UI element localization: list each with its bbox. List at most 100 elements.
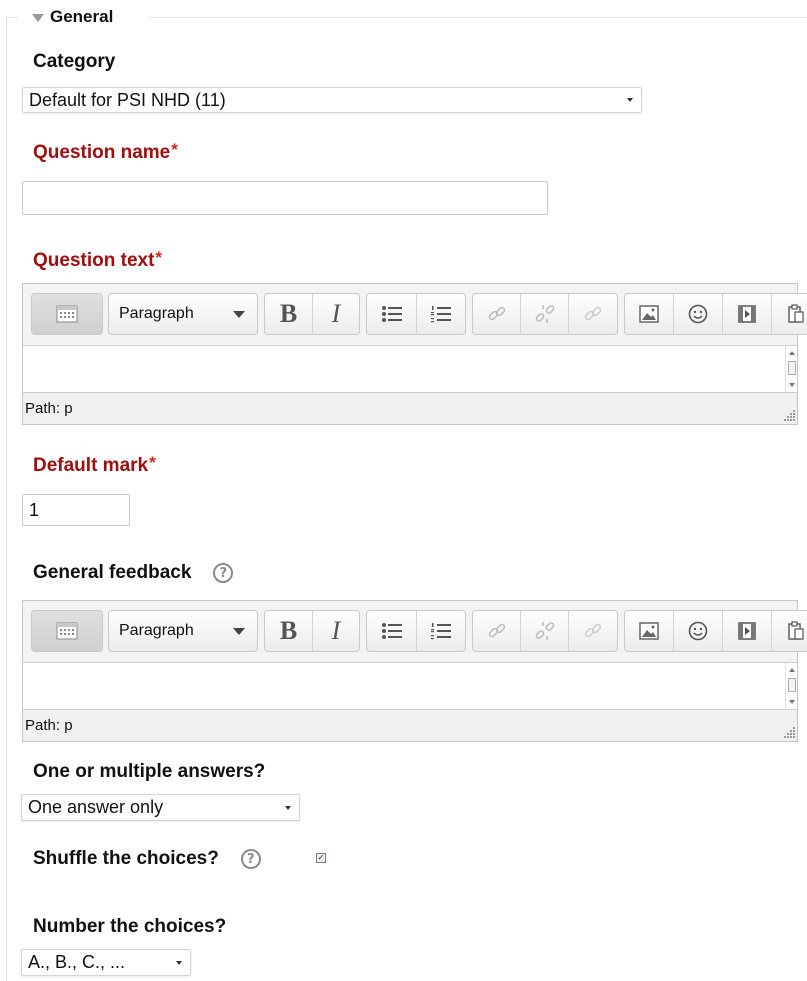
question-name-input[interactable] [22,181,548,215]
question-text-label-text: Question text [33,250,155,271]
list-group [366,610,466,652]
collapse-triangle-icon[interactable] [32,14,44,22]
italic-button[interactable]: I [313,611,359,651]
link-button[interactable] [473,611,521,651]
question-edit-form: General Category Default for PSI NHD (11… [0,0,807,981]
italic-icon: I [331,299,341,328]
bold-icon: B [279,299,298,328]
italic-icon: I [331,616,341,645]
editor-path: Path: p [25,400,73,417]
single-answer-select[interactable]: One answer only [21,794,300,821]
question-text-editor: Paragraph B I Path: p [22,283,807,425]
chevron-down-icon [285,805,291,810]
help-icon[interactable]: ? [213,563,234,583]
unlink-icon [535,305,554,323]
media-button[interactable] [723,611,772,651]
default-mark-label: Default mark* [33,453,156,477]
required-star-icon: * [155,248,163,267]
image-button[interactable] [625,294,674,334]
fieldset-border-left [6,17,7,981]
format-group: Paragraph [108,610,258,652]
unlink-button[interactable] [521,611,569,651]
media-button[interactable] [723,294,772,334]
paste-icon [787,304,804,323]
shuffle-label: Shuffle the choices? ? [33,848,261,870]
fieldset-border-top [150,17,807,18]
ordered-list-icon [431,623,451,640]
chevron-down-icon [627,98,633,102]
category-select[interactable]: Default for PSI NHD (11) [22,87,642,113]
editor-toolbar: Paragraph B I [23,601,807,663]
unlink-button[interactable] [521,294,569,334]
legend-title: General [50,7,114,26]
general-section-legend[interactable]: General [32,6,113,28]
bold-icon: B [279,616,298,645]
format-group: Paragraph [108,293,258,335]
paste-icon [787,621,804,640]
insert-group [624,293,807,335]
paragraph-format-select[interactable]: Paragraph [109,294,257,334]
insert-group [624,610,807,652]
general-feedback-edit-area[interactable] [23,663,797,709]
help-icon[interactable]: ? [240,849,261,869]
resize-grip-icon[interactable] [782,409,796,423]
chevron-down-icon [176,960,182,965]
shuffle-checkbox[interactable]: ✓ [316,853,326,863]
link-icon [488,623,505,638]
toolbar-toggle-group [31,293,103,335]
editor-scrollbar[interactable] [785,346,797,392]
numbering-label: Number the choices? [33,916,227,937]
link-group [472,293,618,335]
scroll-down-icon[interactable] [789,383,795,387]
question-name-label-text: Question name [33,142,171,163]
scroll-down-icon[interactable] [789,700,795,704]
general-feedback-editor: Paragraph B I Path: p [22,600,807,742]
question-text-edit-area[interactable] [23,346,797,392]
required-star-icon: * [171,140,178,159]
shuffle-label-text: Shuffle the choices? [33,848,219,869]
image-icon [639,622,659,640]
unordered-list-button[interactable] [367,611,417,651]
toolbar-toggle-button[interactable] [32,294,102,334]
general-feedback-label-text: General feedback [33,562,192,583]
numbering-select[interactable]: A., B., C., ... [21,949,191,976]
scroll-thumb[interactable] [788,361,796,375]
editor-scrollbar[interactable] [785,663,797,709]
emoticon-icon [688,621,708,641]
single-answer-value: One answer only [28,797,164,817]
toolbar-toggle-icon [56,305,78,323]
unordered-list-icon [381,306,402,322]
paste-button[interactable] [772,611,807,651]
paragraph-format-select[interactable]: Paragraph [109,611,257,651]
anchor-icon [584,306,602,321]
paste-button[interactable] [772,294,807,334]
anchor-button[interactable] [569,294,617,334]
emoticon-button[interactable] [674,611,723,651]
editor-statusbar: Path: p [23,709,797,741]
ordered-list-button[interactable] [417,294,465,334]
ordered-list-button[interactable] [417,611,465,651]
toolbar-toggle-button[interactable] [32,611,102,651]
editor-path: Path: p [25,717,73,734]
bold-button[interactable]: B [265,611,313,651]
link-group [472,610,618,652]
resize-grip-icon[interactable] [782,726,796,740]
link-button[interactable] [473,294,521,334]
default-mark-input[interactable]: 1 [22,494,130,526]
checkmark-icon: ✓ [317,853,325,862]
scroll-up-icon[interactable] [789,668,795,672]
unordered-list-button[interactable] [367,294,417,334]
anchor-button[interactable] [569,611,617,651]
scroll-thumb[interactable] [788,678,796,692]
required-star-icon: * [149,453,156,472]
scroll-up-icon[interactable] [789,351,795,355]
image-button[interactable] [625,611,674,651]
bold-button[interactable]: B [265,294,313,334]
emoticon-button[interactable] [674,294,723,334]
emoticon-icon [688,304,708,324]
italic-button[interactable]: I [313,294,359,334]
question-text-label: Question text* [33,248,163,272]
unordered-list-icon [381,623,402,639]
list-group [366,293,466,335]
toolbar-toggle-group [31,610,103,652]
